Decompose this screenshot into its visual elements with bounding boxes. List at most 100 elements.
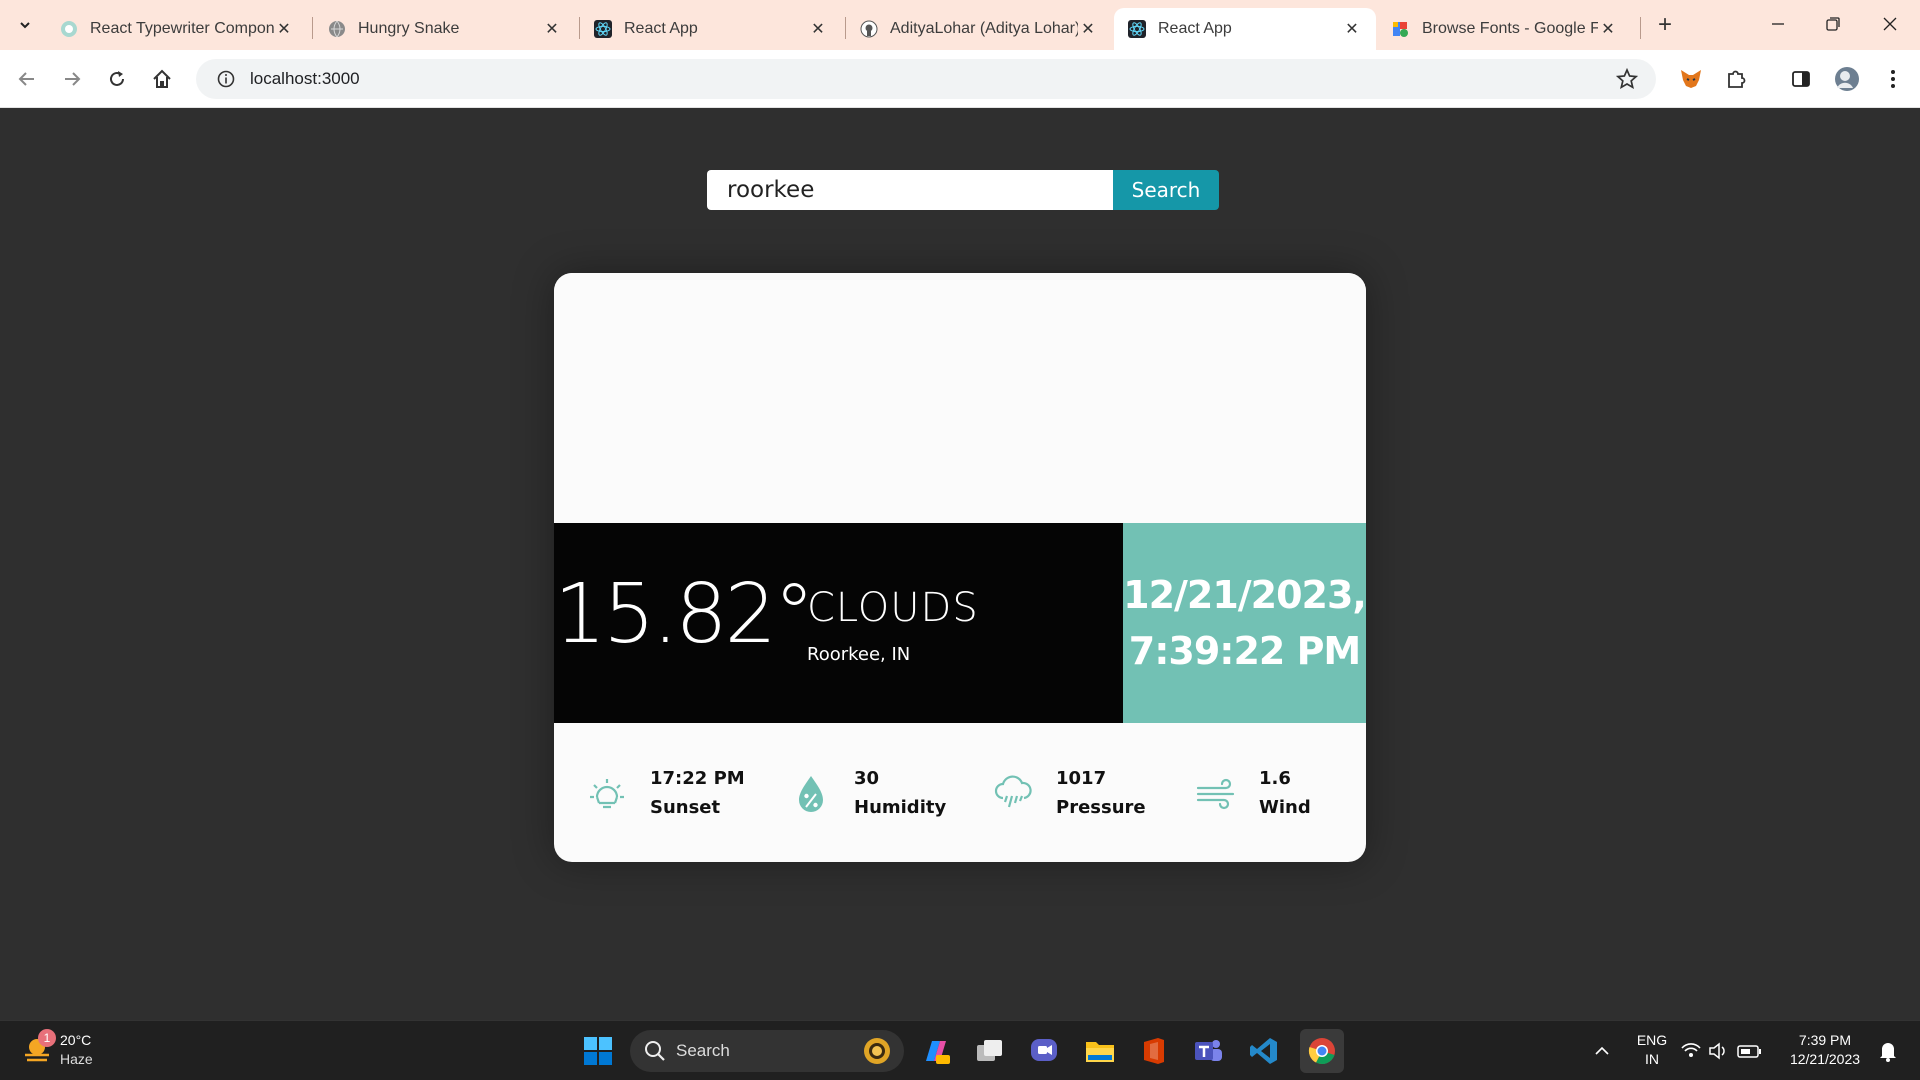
humidity-label: Humidity [854, 796, 947, 818]
clock-time: 7:39 PM [1798, 1032, 1852, 1048]
address-bar[interactable]: localhost:3000 [196, 59, 1656, 99]
react-favicon-icon [1128, 20, 1146, 38]
typewriter-favicon-icon [60, 20, 78, 38]
pressure-value: 1017 [1056, 767, 1107, 789]
search-highlight-icon [864, 1038, 890, 1064]
system-tray-status[interactable] [1680, 1033, 1770, 1069]
home-icon[interactable] [145, 62, 179, 96]
tab-react-app-active[interactable]: React App ✕ [1114, 8, 1376, 50]
tab-github-profile[interactable]: AdityaLohar (Aditya Lohar) ✕ [846, 8, 1112, 50]
location-label: Roorkee, IN [807, 644, 911, 665]
taskbar-search-box[interactable]: Search [630, 1030, 904, 1072]
current-time: 7:39:22 PM [1128, 629, 1361, 673]
tab-label: Browse Fonts - Google Fon [1422, 20, 1598, 37]
wind-icon [1191, 768, 1241, 818]
stat-sunset: 17:22 PM Sunset [582, 723, 745, 862]
sunset-value: 17:22 PM [650, 767, 745, 789]
tab-close-icon[interactable]: ✕ [542, 19, 562, 39]
tab-react-app-1[interactable]: React App ✕ [580, 8, 842, 50]
window-close-icon[interactable] [1870, 8, 1910, 42]
language-indicator[interactable]: ENG IN [1630, 1031, 1674, 1069]
tab-google-fonts[interactable]: Browse Fonts - Google Fon ✕ [1378, 8, 1632, 50]
tab-divider [312, 17, 313, 39]
tab-label: AdityaLohar (Aditya Lohar) [890, 20, 1078, 37]
windows-taskbar: 1 20°C Haze Search ENG IN 7:39 PM 12/21/… [0, 1020, 1920, 1080]
react-favicon-icon [594, 20, 612, 38]
show-hidden-icons-chevron-icon[interactable] [1584, 1033, 1620, 1069]
task-view-icon[interactable] [972, 1033, 1008, 1069]
tab-close-icon[interactable]: ✕ [1078, 19, 1098, 39]
tab-close-icon[interactable]: ✕ [1342, 19, 1362, 39]
tab-hungry-snake[interactable]: Hungry Snake ✕ [314, 8, 576, 50]
copilot-app-icon[interactable] [918, 1033, 954, 1069]
tab-label: React App [1158, 20, 1232, 37]
search-icon [645, 1041, 665, 1061]
profile-avatar[interactable] [1830, 62, 1864, 96]
tab-divider [1640, 17, 1641, 39]
bookmark-star-icon[interactable] [1615, 67, 1639, 95]
chrome-app-icon[interactable] [1300, 1029, 1344, 1073]
weather-card: 15.82° CLOUDS Roorkee, IN 12/21/2023, 7:… [554, 273, 1366, 862]
teams-app-icon[interactable] [1190, 1033, 1226, 1069]
minimize-icon[interactable] [1758, 8, 1798, 42]
metamask-fox-icon[interactable] [1674, 62, 1708, 96]
tab-close-icon[interactable]: ✕ [274, 19, 294, 39]
forward-arrow-icon[interactable] [55, 62, 89, 96]
weather-stats-row: 17:22 PM Sunset 30 Humidity 1017 Pressur… [554, 723, 1366, 862]
vscode-app-icon[interactable] [1246, 1033, 1282, 1069]
back-arrow-icon[interactable] [10, 62, 44, 96]
date-time-panel: 12/21/2023, 7:39:22 PM [1123, 523, 1366, 723]
wind-label: Wind [1259, 796, 1311, 818]
office-app-icon[interactable] [1136, 1033, 1172, 1069]
wifi-icon [1681, 1043, 1701, 1057]
weather-card-header [554, 273, 1366, 523]
taskbar-weather-widget[interactable]: 1 20°C Haze [22, 1029, 93, 1069]
tab-close-icon[interactable]: ✕ [808, 19, 828, 39]
tab-search-dropdown-icon[interactable] [10, 10, 40, 40]
tab-close-icon[interactable]: ✕ [1598, 19, 1618, 39]
clock-date: 12/21/2023 [1789, 1051, 1861, 1067]
taskbar-search-label: Search [676, 1041, 730, 1060]
stat-pressure: 1017 Pressure [988, 723, 1146, 862]
tab-react-typewriter[interactable]: React Typewriter Compone ✕ [46, 8, 308, 50]
region-code: IN [1645, 1051, 1659, 1067]
teams-chat-icon[interactable] [1026, 1033, 1062, 1069]
city-search-input[interactable] [707, 170, 1113, 210]
browser-menu-icon[interactable] [1876, 62, 1910, 96]
new-tab-plus-icon[interactable]: + [1650, 10, 1680, 40]
globe-favicon-icon [328, 20, 346, 38]
file-explorer-icon[interactable] [1082, 1033, 1118, 1069]
weather-condition: CLOUDS [807, 585, 979, 631]
github-favicon-icon [860, 20, 878, 38]
site-info-icon[interactable] [206, 70, 246, 88]
city-search-form: Search [707, 170, 1219, 210]
humidity-value: 30 [854, 767, 880, 789]
notification-bell-icon[interactable] [1870, 1033, 1906, 1069]
search-button[interactable]: Search [1113, 170, 1219, 210]
sunset-label: Sunset [650, 796, 721, 818]
extensions-puzzle-icon[interactable] [1719, 62, 1753, 96]
weather-main-panel: 15.82° CLOUDS Roorkee, IN 12/21/2023, 7:… [554, 523, 1366, 723]
tab-label: Hungry Snake [358, 20, 460, 37]
url-text: localhost:3000 [250, 69, 360, 88]
current-date: 12/21/2023, [1123, 573, 1366, 617]
browser-tab-bar: React Typewriter Compone ✕ Hungry Snake … [0, 0, 1920, 50]
stat-humidity: 30 Humidity [786, 723, 946, 862]
restore-icon[interactable] [1813, 8, 1853, 42]
language-code: ENG [1636, 1032, 1668, 1048]
browser-toolbar: localhost:3000 [0, 50, 1920, 108]
rain-cloud-icon [988, 768, 1038, 818]
humidity-icon [786, 768, 836, 818]
sunset-icon [582, 768, 632, 818]
side-panel-icon[interactable] [1784, 62, 1818, 96]
windows-start-icon[interactable] [580, 1033, 616, 1069]
temperature-value: 15.82° [554, 567, 815, 662]
tab-label: React App [624, 20, 698, 37]
tab-label: React Typewriter Compone [90, 20, 274, 37]
reload-icon[interactable] [100, 62, 134, 96]
taskbar-clock[interactable]: 7:39 PM 12/21/2023 [1780, 1031, 1870, 1069]
taskbar-weather-temp: 20°C [60, 1032, 92, 1048]
stat-wind: 1.6 Wind [1191, 723, 1311, 862]
battery-icon [1737, 1045, 1761, 1058]
wind-value: 1.6 [1259, 767, 1291, 789]
